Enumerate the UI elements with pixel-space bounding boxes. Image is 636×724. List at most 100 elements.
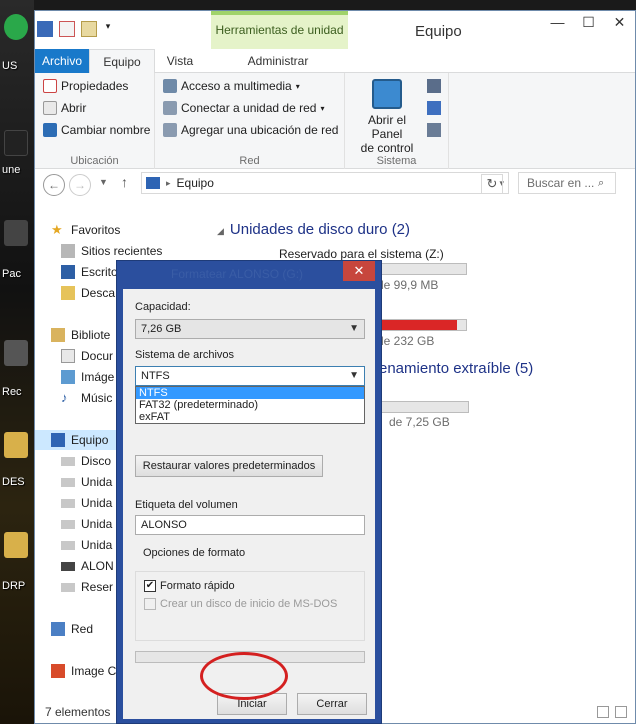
user-desktop-icon[interactable] — [4, 14, 28, 40]
nav-item-network[interactable]: Red — [51, 622, 93, 636]
filesystem-option[interactable]: FAT32 (predeterminado) — [136, 399, 364, 411]
ribbon-group-label: Red — [239, 155, 260, 167]
nav-label: Desca — [81, 286, 116, 300]
drive-tools-context-tab[interactable]: Herramientas de unidad — [211, 11, 348, 49]
volume-label-caption: Etiqueta del volumen — [135, 499, 238, 511]
chevron-down-icon[interactable]: ▼ — [99, 177, 108, 187]
nav-item-libraries[interactable]: Bibliote — [51, 328, 110, 342]
nav-item-documents[interactable]: Docur — [61, 349, 113, 363]
nav-label: Unida — [81, 517, 113, 531]
ribbon-group-label: Sistema — [376, 155, 417, 167]
folder-desktop-icon[interactable] — [4, 432, 28, 458]
nav-label: Equipo — [71, 433, 109, 447]
nav-item-desktop[interactable]: Escrito — [61, 265, 118, 279]
folder-desktop-icon[interactable] — [4, 130, 28, 156]
chevron-down-icon: ▼ — [349, 323, 359, 334]
tab-computer[interactable]: Equipo — [89, 49, 155, 74]
msdos-disk-checkbox[interactable]: Crear un disco de inicio de MS-DOS — [144, 598, 337, 610]
nav-item-images[interactable]: Imáge — [61, 370, 114, 384]
nav-item-drive[interactable]: Unida — [61, 538, 112, 552]
nav-item-recent[interactable]: Sitios recientes — [61, 244, 162, 258]
quick-format-checkbox[interactable]: ✔ Formato rápido — [144, 580, 235, 592]
nav-item-computer[interactable]: Equipo — [51, 433, 108, 447]
new-folder-icon[interactable] — [81, 21, 97, 37]
nav-item-drive[interactable]: Reser — [61, 580, 113, 594]
breadcrumb-separator-icon[interactable]: ▸ — [166, 178, 171, 189]
volume-label-input[interactable]: ALONSO — [135, 515, 365, 535]
rename-icon — [43, 123, 57, 137]
computer-icon[interactable] — [37, 21, 53, 37]
properties-button[interactable]: Propiedades — [43, 79, 128, 93]
drive-free-space: de 7,25 GB — [389, 415, 450, 429]
recycle-bin-desktop-icon[interactable] — [4, 340, 28, 366]
nav-label: Sitios recientes — [81, 244, 163, 258]
package-desktop-icon[interactable] — [4, 220, 28, 246]
restore-defaults-button[interactable]: Restaurar valores predeterminados — [135, 455, 323, 477]
images-icon — [61, 370, 75, 384]
manage-icon[interactable] — [427, 123, 441, 137]
dialog-title[interactable]: Formatear ALONSO (G:) — [117, 261, 381, 289]
add-network-location-button[interactable]: Agregar una ubicación de red — [163, 123, 338, 137]
open-button[interactable]: Abrir — [43, 101, 86, 115]
window-controls: — ☐ ✕ — [542, 11, 635, 35]
removable-heading[interactable]: enamiento extraíble (5) — [379, 360, 533, 377]
refresh-button[interactable]: ↻ — [481, 174, 503, 194]
address-path[interactable]: Equipo — [177, 176, 214, 190]
item-count: 7 elementos — [45, 705, 111, 719]
close-button[interactable]: ✕ — [604, 11, 635, 35]
filesystem-select[interactable]: NTFS ▼ — [135, 366, 365, 386]
cancel-button[interactable]: Cerrar — [297, 693, 367, 715]
uninstall-program-icon[interactable] — [427, 79, 441, 93]
desktop-label: DRP — [2, 580, 26, 592]
large-icons-view-icon[interactable] — [615, 706, 627, 718]
nav-item-music[interactable]: ♪ Músic — [61, 391, 113, 406]
back-button[interactable]: ← — [43, 174, 65, 196]
nav-item-drive[interactable]: Disco — [61, 454, 111, 468]
highlight-annotation-circle — [200, 652, 288, 700]
msdos-disk-label: Crear un disco de inicio de MS-DOS — [160, 598, 338, 610]
folder-desktop-icon[interactable] — [4, 532, 28, 558]
forward-button[interactable]: → — [69, 174, 91, 196]
up-button[interactable]: ↑ — [121, 174, 128, 190]
ribbon-tabs: Archivo Equipo Vista Administrar — [35, 49, 635, 74]
maximize-button[interactable]: ☐ — [573, 11, 604, 35]
open-icon — [43, 101, 57, 115]
nav-item-downloads[interactable]: Desca — [61, 286, 115, 300]
rename-button[interactable]: Cambiar nombre — [43, 123, 150, 137]
nav-item-favorites[interactable]: ★ Favoritos — [51, 223, 120, 238]
address-input[interactable]: ▸ Equipo ▾ — [141, 172, 509, 194]
nav-item-drive[interactable]: Unida — [61, 517, 112, 531]
downloads-icon — [61, 286, 75, 300]
nav-label: Músic — [81, 391, 113, 405]
nav-item-drive[interactable]: ALON — [61, 559, 114, 573]
ribbon-group-label: Ubicación — [70, 155, 119, 167]
drive-icon — [61, 582, 75, 592]
system-properties-icon[interactable] — [427, 101, 441, 115]
map-drive-button[interactable]: Conectar a unidad de red ▾ — [163, 101, 324, 115]
chevron-down-icon[interactable]: ▾ — [103, 21, 113, 37]
dialog-close-button[interactable]: ✕ — [343, 261, 375, 281]
properties-icon — [43, 79, 57, 93]
filesystem-option[interactable]: NTFS — [136, 387, 364, 399]
nav-label: Image C — [71, 664, 117, 678]
nav-label: Escrito — [81, 265, 118, 279]
media-access-button[interactable]: Acceso a multimedia ▾ — [163, 79, 300, 93]
nav-item-drive[interactable]: Unida — [61, 496, 112, 510]
details-view-icon[interactable] — [597, 706, 609, 718]
tab-view[interactable]: Vista — [157, 49, 203, 73]
capacity-select[interactable]: 7,26 GB ▼ — [135, 319, 365, 339]
nav-label: ALON — [81, 559, 114, 573]
tab-manage[interactable]: Administrar — [225, 49, 331, 73]
nav-label: Imáge — [81, 370, 115, 384]
properties-icon[interactable] — [59, 21, 75, 37]
nav-item-image[interactable]: Image C — [51, 664, 116, 678]
control-panel-button[interactable]: Abrir el Panel de control — [351, 79, 423, 155]
nav-item-drive[interactable]: Unida — [61, 475, 112, 489]
title-bar[interactable]: ▾ Herramientas de unidad Equipo — ☐ ✕ — [35, 11, 635, 49]
control-panel-label: de control — [360, 141, 414, 155]
hard-drives-heading[interactable]: ◢ Unidades de disco duro (2) — [217, 221, 410, 238]
filesystem-option[interactable]: exFAT — [136, 411, 364, 423]
minimize-button[interactable]: — — [542, 11, 573, 35]
tab-file[interactable]: Archivo — [35, 49, 89, 73]
nav-label: Red — [71, 622, 94, 636]
